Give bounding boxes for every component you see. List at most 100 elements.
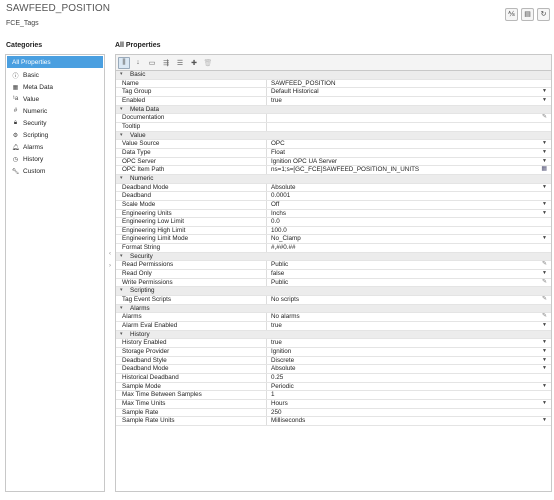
category-item-numeric[interactable]: # Numeric xyxy=(6,105,104,117)
category-item-all-properties[interactable]: All Properties xyxy=(7,56,103,68)
dropdown-arrow-icon[interactable]: ▼ xyxy=(542,184,547,192)
pencil-edit-icon[interactable]: ✎ xyxy=(542,296,547,304)
dropdown-arrow-icon[interactable]: ▼ xyxy=(542,97,547,105)
document-button[interactable]: ▤ xyxy=(521,8,534,21)
property-value[interactable]: 0.0001 xyxy=(267,192,551,200)
pencil-edit-icon[interactable]: ✎ xyxy=(542,114,547,122)
property-value[interactable]: 0.25 xyxy=(267,374,551,382)
dropdown-arrow-icon[interactable]: ▼ xyxy=(542,339,547,347)
collapse-caret-icon[interactable]: ▾ xyxy=(120,175,130,183)
property-value[interactable] xyxy=(267,123,551,131)
categorized-view-button[interactable]: ⫼ xyxy=(118,56,130,69)
pencil-edit-icon[interactable]: ✎ xyxy=(542,279,547,287)
pencil-edit-icon[interactable]: ✎ xyxy=(542,313,547,321)
property-value[interactable]: No scripts ✎ xyxy=(267,296,551,304)
property-value[interactable]: 250 xyxy=(267,409,551,417)
section-header-numeric[interactable]: ▾ Numeric xyxy=(116,174,551,184)
dropdown-arrow-icon[interactable]: ▼ xyxy=(542,201,547,209)
section-header-alarms[interactable]: ▾ Alarms xyxy=(116,304,551,314)
pencil-edit-icon[interactable]: ✎ xyxy=(542,261,547,269)
refresh-button[interactable]: ↻ xyxy=(537,8,550,21)
property-value[interactable]: 100.0 xyxy=(267,227,551,235)
dropdown-arrow-icon[interactable]: ▼ xyxy=(542,235,547,243)
dropdown-arrow-icon[interactable]: ▼ xyxy=(542,270,547,278)
category-item-security[interactable]: 🔒︎ Security xyxy=(6,117,104,129)
collapse-left-arrow-icon[interactable]: ‹ xyxy=(107,248,113,260)
property-value-text: Absolute xyxy=(271,365,296,373)
property-row: Alarm Eval Enabled true ▼ xyxy=(116,322,551,331)
property-name: Engineering Units xyxy=(116,209,267,218)
property-value[interactable]: Discrete ▼ xyxy=(267,357,551,365)
property-value[interactable]: Off ▼ xyxy=(267,201,551,209)
property-value[interactable]: SAWFEED_POSITION xyxy=(267,80,551,88)
collapse-caret-icon[interactable]: ▾ xyxy=(120,287,130,295)
dropdown-arrow-icon[interactable]: ▼ xyxy=(542,365,547,373)
collapse-caret-icon[interactable]: ▾ xyxy=(120,305,130,313)
property-value[interactable]: true ▼ xyxy=(267,322,551,330)
sort-alpha-button[interactable]: ↓ xyxy=(132,57,144,69)
category-item-custom[interactable]: 🔧︎ Custom xyxy=(6,165,104,177)
collapse-caret-icon[interactable]: ▾ xyxy=(120,132,130,140)
collapse-caret-icon[interactable]: ▾ xyxy=(120,331,130,339)
section-header-basic[interactable]: ▾ Basic xyxy=(116,71,551,80)
category-item-basic[interactable]: ⓘ Basic xyxy=(6,69,104,81)
expand-all-button[interactable]: ⇶ xyxy=(160,57,172,69)
property-value[interactable]: Public ✎ xyxy=(267,279,551,287)
dropdown-arrow-icon[interactable]: ▼ xyxy=(542,158,547,166)
browse-tags-icon[interactable]: ▦ xyxy=(541,166,547,174)
panel-collapse-control[interactable]: ‹ › xyxy=(107,248,113,272)
property-value[interactable]: ns=1;s=[GC_FCE]SAWFEED_POSITION_IN_UNITS… xyxy=(267,166,551,174)
dropdown-arrow-icon[interactable]: ▼ xyxy=(542,322,547,330)
property-value[interactable]: Ignition ▼ xyxy=(267,348,551,356)
category-item-scripting[interactable]: ⚙ Scripting xyxy=(6,129,104,141)
collapse-caret-icon[interactable]: ▾ xyxy=(120,253,130,261)
delete-button[interactable]: 🗑︎ xyxy=(202,57,214,69)
property-value[interactable]: No alarms ✎ xyxy=(267,313,551,321)
section-header-security[interactable]: ▾ Security xyxy=(116,252,551,262)
property-value[interactable]: ✎ xyxy=(267,114,551,122)
property-value[interactable]: Float ▼ xyxy=(267,149,551,157)
section-header-history[interactable]: ▾ History xyxy=(116,330,551,340)
property-value[interactable]: Hours ▼ xyxy=(267,400,551,408)
dropdown-arrow-icon[interactable]: ▼ xyxy=(542,149,547,157)
property-value[interactable]: Public ✎ xyxy=(267,261,551,269)
dropdown-arrow-icon[interactable]: ▼ xyxy=(542,210,547,218)
property-value[interactable]: #,##0.## xyxy=(267,244,551,252)
property-value[interactable]: Ignition OPC UA Server ▼ xyxy=(267,158,551,166)
property-value[interactable]: false ▼ xyxy=(267,270,551,278)
property-value[interactable]: true ▼ xyxy=(267,97,551,105)
property-value[interactable]: Milliseconds ▼ xyxy=(267,417,551,425)
dropdown-arrow-icon[interactable]: ▼ xyxy=(542,400,547,408)
section-header-scripting[interactable]: ▾ Scripting xyxy=(116,287,551,297)
dropdown-arrow-icon[interactable]: ▼ xyxy=(542,383,547,391)
category-item-value[interactable]: ¹a Value xyxy=(6,93,104,105)
dropdown-arrow-icon[interactable]: ▼ xyxy=(542,357,547,365)
dropdown-arrow-icon[interactable]: ▼ xyxy=(542,348,547,356)
category-item-alarms[interactable]: 🔔︎ Alarms xyxy=(6,141,104,153)
property-value[interactable]: 1 xyxy=(267,391,551,399)
category-item-meta-data[interactable]: ▦ Meta Data xyxy=(6,81,104,93)
property-value[interactable]: Default Historical ▼ xyxy=(267,88,551,96)
property-value[interactable]: Absolute ▼ xyxy=(267,365,551,373)
collapse-caret-icon[interactable]: ▾ xyxy=(120,106,130,114)
collapse-all-button[interactable]: ☰ xyxy=(174,57,186,69)
category-item-history[interactable]: ◷ History xyxy=(6,153,104,165)
property-value[interactable]: 0.0 xyxy=(267,218,551,226)
section-header-value[interactable]: ▾ Value xyxy=(116,131,551,141)
property-value[interactable]: Inchs ▼ xyxy=(267,210,551,218)
property-value[interactable]: Periodic ▼ xyxy=(267,383,551,391)
dropdown-arrow-icon[interactable]: ▼ xyxy=(542,140,547,148)
dropdown-arrow-icon[interactable]: ▼ xyxy=(542,417,547,425)
property-value[interactable]: Absolute ▼ xyxy=(267,184,551,192)
add-button[interactable]: ✚ xyxy=(188,57,200,69)
collapse-right-arrow-icon[interactable]: › xyxy=(107,260,113,272)
section-header-meta-data[interactable]: ▾ Meta Data xyxy=(116,105,551,115)
category-label: Security xyxy=(23,119,47,127)
property-value[interactable]: No_Clamp ▼ xyxy=(267,235,551,243)
show-descriptions-button[interactable]: ▭ xyxy=(146,57,158,69)
property-value[interactable]: true ▼ xyxy=(267,339,551,347)
collapse-caret-icon[interactable]: ▾ xyxy=(120,71,130,79)
tag-test-button[interactable]: ⅍ xyxy=(505,8,518,21)
property-value[interactable]: OPC ▼ xyxy=(267,140,551,148)
dropdown-arrow-icon[interactable]: ▼ xyxy=(542,88,547,96)
